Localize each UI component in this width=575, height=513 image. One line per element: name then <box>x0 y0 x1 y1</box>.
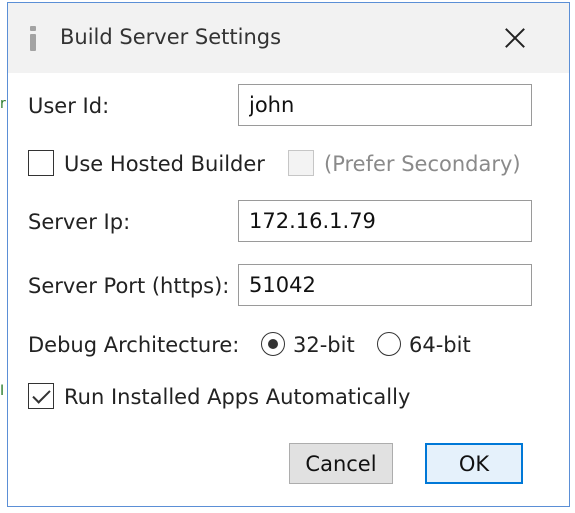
run-installed-apps-label[interactable]: Run Installed Apps Automatically <box>64 385 410 409</box>
prefer-secondary-checkbox <box>288 150 314 176</box>
prefer-secondary-label: (Prefer Secondary) <box>324 152 521 176</box>
background-text-fragment: r <box>0 96 6 112</box>
radio-32-bit-label[interactable]: 32-bit <box>293 333 355 357</box>
info-i-icon <box>28 23 38 53</box>
use-hosted-builder-label[interactable]: Use Hosted Builder <box>64 152 265 176</box>
debug-architecture-label: Debug Architecture: <box>28 333 240 357</box>
build-server-settings-dialog: Build Server Settings User Id: Use Hoste… <box>7 2 570 507</box>
cancel-button[interactable]: Cancel <box>289 443 393 484</box>
run-installed-apps-checkbox[interactable] <box>28 383 54 409</box>
radio-64-bit-label[interactable]: 64-bit <box>409 333 471 357</box>
radio-64-bit[interactable] <box>377 332 401 356</box>
server-port-input[interactable] <box>238 264 532 306</box>
close-x-icon[interactable] <box>493 19 537 57</box>
use-hosted-builder-checkbox[interactable] <box>28 150 54 176</box>
server-ip-label: Server Ip: <box>28 210 131 234</box>
dialog-title: Build Server Settings <box>60 25 282 49</box>
radio-32-bit[interactable] <box>261 332 285 356</box>
background-text-fragment: I <box>0 383 5 399</box>
server-ip-input[interactable] <box>238 200 532 242</box>
user-id-label: User Id: <box>28 94 110 118</box>
checkmark-icon <box>32 385 51 404</box>
title-bar[interactable]: Build Server Settings <box>8 3 569 73</box>
ok-button[interactable]: OK <box>425 443 523 484</box>
server-port-label: Server Port (https): <box>28 274 230 298</box>
user-id-input[interactable] <box>238 84 532 126</box>
